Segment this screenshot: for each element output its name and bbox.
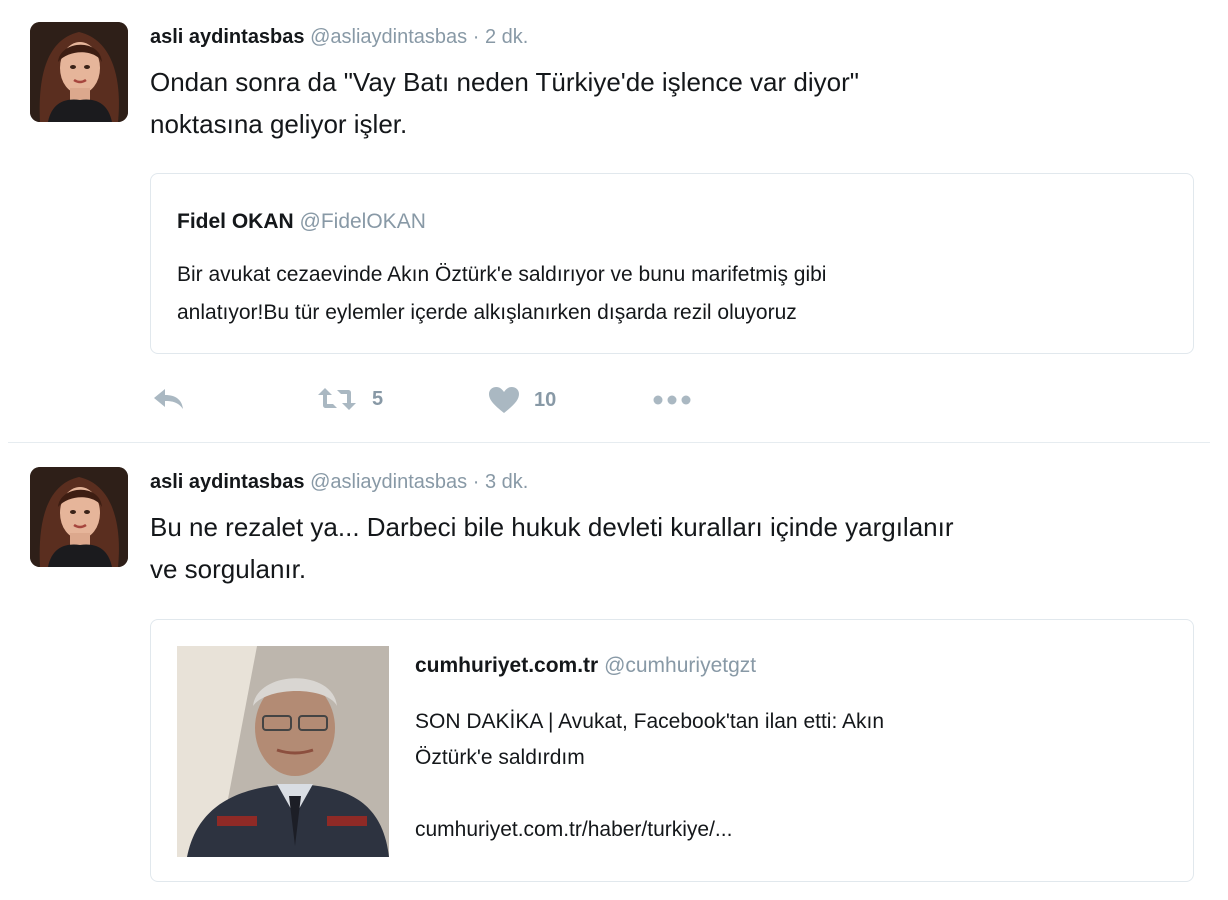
retweet-icon <box>318 388 356 410</box>
card-header: cumhuriyet.com.tr @cumhuriyetgzt <box>415 654 756 678</box>
retweet-button[interactable]: 5 <box>316 386 383 412</box>
reply-icon <box>154 389 183 409</box>
reply-button[interactable] <box>152 386 186 412</box>
more-dots-icon <box>653 395 691 405</box>
tweet-header: asli aydintasbas @asliaydintasbas · 3 dk… <box>150 471 528 494</box>
tweet-divider <box>8 442 1210 443</box>
author-name[interactable]: asli aydintasbas <box>150 471 305 493</box>
header-separator: · <box>472 26 480 48</box>
card-description-line: Öztürk'e saldırdım <box>415 746 585 769</box>
author-handle[interactable]: @asliaydintasbas <box>310 26 467 48</box>
quoted-tweet-text: Bir avukat cezaevinde Akın Öztürk'e sald… <box>177 256 1167 332</box>
tweet-actions: 5 10 <box>150 386 750 416</box>
author-avatar[interactable] <box>30 22 128 122</box>
tweet-text-line: noktasına geliyor işler. <box>150 109 408 139</box>
quoted-author-handle: @FidelOKAN <box>299 210 426 233</box>
quoted-author-name: Fidel OKAN <box>177 210 294 233</box>
tweet[interactable]: asli aydintasbas @asliaydintasbas · 2 dk… <box>0 0 1228 443</box>
author-name[interactable]: asli aydintasbas <box>150 26 305 48</box>
link-card[interactable]: cumhuriyet.com.tr @cumhuriyetgzt SON DAK… <box>150 619 1194 882</box>
tweet-text: Ondan sonra da "Vay Batı neden Türkiye'd… <box>150 61 1200 145</box>
tweet-header: asli aydintasbas @asliaydintasbas · 2 dk… <box>150 26 528 49</box>
tweet-timestamp[interactable]: 2 dk. <box>485 26 528 48</box>
quoted-tweet-header: Fidel OKAN @FidelOKAN <box>177 210 426 234</box>
quoted-text-line: anlatıyor!Bu tür eylemler içerde alkışla… <box>177 301 797 324</box>
tweet-text-line: ve sorgulanır. <box>150 554 307 584</box>
like-count: 10 <box>534 388 557 411</box>
quoted-tweet[interactable]: Fidel OKAN @FidelOKAN Bir avukat cezaevi… <box>150 173 1194 354</box>
like-button[interactable]: 10 <box>488 386 556 414</box>
header-separator: · <box>472 471 480 493</box>
card-description: SON DAKİKA | Avukat, Facebook'tan ilan e… <box>415 704 1115 776</box>
heart-icon <box>489 387 519 413</box>
tweet-text: Bu ne rezalet ya... Darbeci bile hukuk d… <box>150 506 1200 590</box>
quoted-text-line: Bir avukat cezaevinde Akın Öztürk'e sald… <box>177 263 827 286</box>
tweet-timestamp[interactable]: 3 dk. <box>485 471 528 493</box>
card-link[interactable]: cumhuriyet.com.tr/haber/turkiye/... <box>415 818 732 842</box>
tweet-text-line: Ondan sonra da "Vay Batı neden Türkiye'd… <box>150 67 859 97</box>
card-thumbnail <box>177 646 389 857</box>
more-button[interactable] <box>652 390 692 410</box>
card-source-handle: @cumhuriyetgzt <box>604 654 757 677</box>
author-handle[interactable]: @asliaydintasbas <box>310 471 467 493</box>
card-source-name: cumhuriyet.com.tr <box>415 654 599 677</box>
author-avatar[interactable] <box>30 467 128 567</box>
retweet-count: 5 <box>372 387 384 410</box>
card-description-line: SON DAKİKA | Avukat, Facebook'tan ilan e… <box>415 710 884 733</box>
tweet-text-line: Bu ne rezalet ya... Darbeci bile hukuk d… <box>150 512 954 542</box>
